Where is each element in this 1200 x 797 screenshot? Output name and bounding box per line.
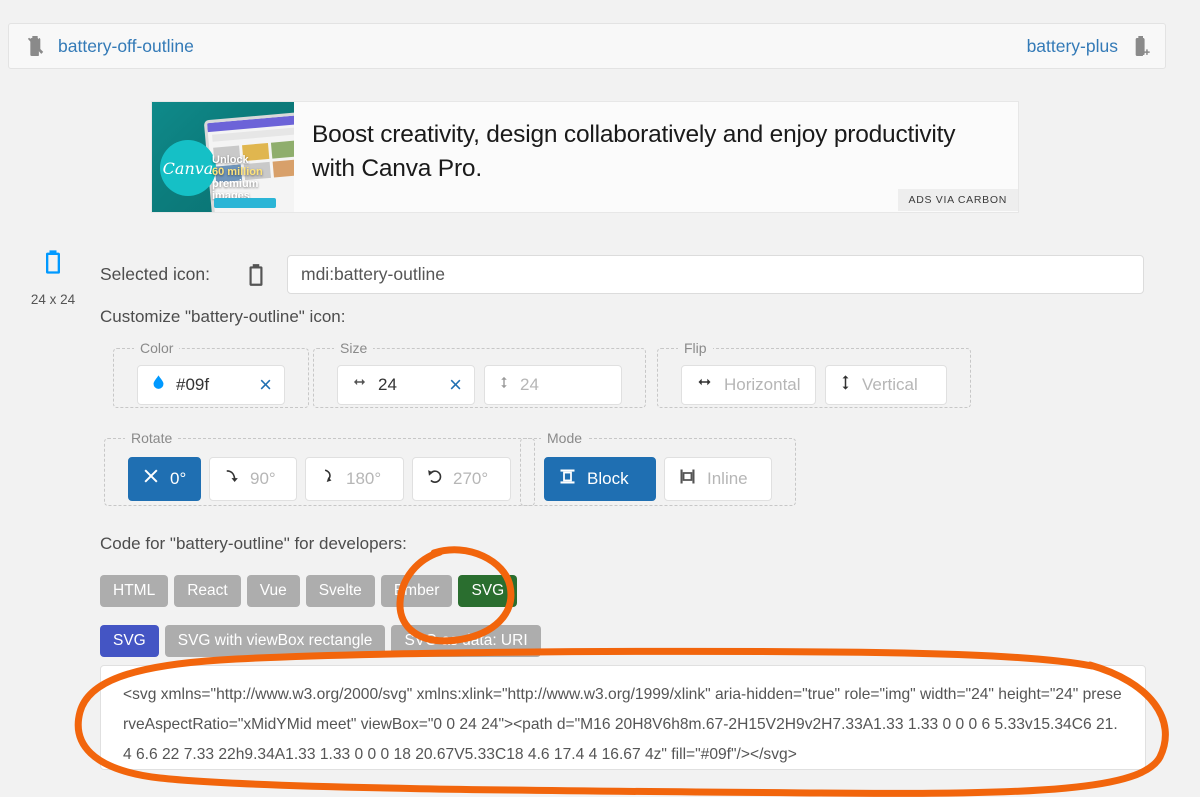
tab-html[interactable]: HTML [100,575,169,607]
flip-vertical-button[interactable]: Vertical [825,364,947,405]
rotate-90-label: 90° [250,468,276,488]
tab-format-svg-viewbox[interactable]: SVG with viewBox rectangle [164,625,386,657]
battery-plus-icon [1129,34,1153,58]
ad-overlay-line3: premium [212,178,259,190]
close-icon [141,466,161,491]
rotate-90-button[interactable]: 90° [209,456,297,501]
flip-horizontal-label: Horizontal [724,374,801,394]
arrow-left-right-icon [694,374,715,395]
flip-horizontal-button[interactable]: Horizontal [681,364,816,405]
format-tabs: SVG SVG with viewBox rectangle SVG as da… [100,625,541,657]
block-mode-icon [557,466,578,492]
rotate-180-button[interactable]: 180° [305,456,404,501]
battery-outline-icon [243,262,287,288]
ad-overlay-line1: Unlock [212,154,249,166]
canva-logo: Canva [160,140,216,196]
flip-vertical-label: Vertical [862,374,918,394]
tab-svelte[interactable]: Svelte [305,575,375,607]
icon-preview: 24 x 24 [20,248,86,307]
size-width-clear-icon[interactable]: × [449,373,462,396]
customize-title: Customize "battery-outline" icon: [100,307,346,326]
icon-preview-size: 24 x 24 [30,292,76,307]
arrow-up-down-icon [497,373,511,397]
color-value: #09f [176,374,210,394]
size-fieldset: Size 24 × 24 [313,340,646,408]
rotate-legend: Rotate [131,430,173,446]
tab-react[interactable]: React [174,575,241,607]
arrow-left-right-icon [350,374,369,395]
mode-inline-label: Inline [707,468,748,488]
color-fieldset: Color #09f × [113,340,309,408]
battery-outline-icon-preview [39,250,67,280]
next-icon-link[interactable]: battery-plus [1027,34,1153,58]
mode-block-button[interactable]: Block [544,456,656,501]
selected-icon-input[interactable]: mdi:battery-outline [287,255,1144,294]
tab-svg[interactable]: SVG [458,575,518,607]
color-legend: Color [140,340,174,356]
rotate-180-icon [318,467,337,491]
battery-off-outline-icon [23,34,47,58]
rotate-270-label: 270° [453,468,489,488]
size-height-input[interactable]: 24 [484,364,622,405]
rotate-180-label: 180° [346,468,382,488]
ad-provider-label[interactable]: ADS VIA CARBON [897,189,1018,211]
water-drop-icon [150,374,167,396]
carbon-ad[interactable]: Canva Unlock 60 million premium images B… [151,101,1019,213]
selected-icon-row: Selected icon: mdi:battery-outline [100,255,1144,294]
mode-fieldset: Mode Block Inline [520,430,796,506]
tab-format-svg[interactable]: SVG [100,625,159,657]
selected-icon-label: Selected icon: [100,264,210,284]
ad-body: Boost creativity, design collaboratively… [294,102,1018,212]
ad-cta-button[interactable] [214,198,276,208]
mode-block-label: Block [587,468,629,488]
rotate-270-button[interactable]: 270° [412,456,511,501]
color-input[interactable]: #09f × [137,364,285,405]
next-icon-label[interactable]: battery-plus [1027,36,1118,57]
color-clear-icon[interactable]: × [259,373,272,396]
rotate-fieldset: Rotate 0° 90° 180° 270° [104,430,535,506]
prev-icon-link[interactable]: battery-off-outline [23,34,194,58]
mode-legend: Mode [547,430,583,446]
tab-format-svg-datauri[interactable]: SVG as data: URI [391,625,541,657]
rotate-0-button[interactable]: 0° [128,456,201,501]
icon-neighbour-nav: battery-off-outline battery-plus [8,23,1166,69]
size-width-value: 24 [378,374,397,394]
ad-overlay-line2: 60 million [212,166,263,178]
inline-mode-icon [677,466,698,492]
mode-inline-button[interactable]: Inline [664,456,772,501]
arrow-up-down-icon [838,372,853,398]
ad-text: Boost creativity, design collaboratively… [312,121,956,182]
flip-legend: Flip [684,340,707,356]
size-width-input[interactable]: 24 × [337,364,475,405]
tab-ember[interactable]: Ember [380,575,453,607]
prev-icon-label[interactable]: battery-off-outline [58,36,194,57]
icon-browser-page: battery-off-outline battery-plus Canva U… [0,0,1200,797]
rotate-0-label: 0° [170,468,187,488]
framework-tabs: HTML React Vue Svelte Ember SVG [100,575,518,607]
code-title: Code for "battery-outline" for developer… [100,534,407,553]
size-legend: Size [340,340,368,356]
ad-overlay-text: Unlock 60 million premium images [212,154,263,202]
code-snippet-box[interactable]: <svg xmlns="http://www.w3.org/2000/svg" … [100,665,1146,770]
ad-image: Canva Unlock 60 million premium images [152,102,294,212]
rotate-90-icon [222,467,241,491]
tab-vue[interactable]: Vue [246,575,300,607]
flip-fieldset: Flip Horizontal Vertical [657,340,971,408]
size-height-value: 24 [520,374,539,394]
rotate-270-icon [425,467,444,491]
